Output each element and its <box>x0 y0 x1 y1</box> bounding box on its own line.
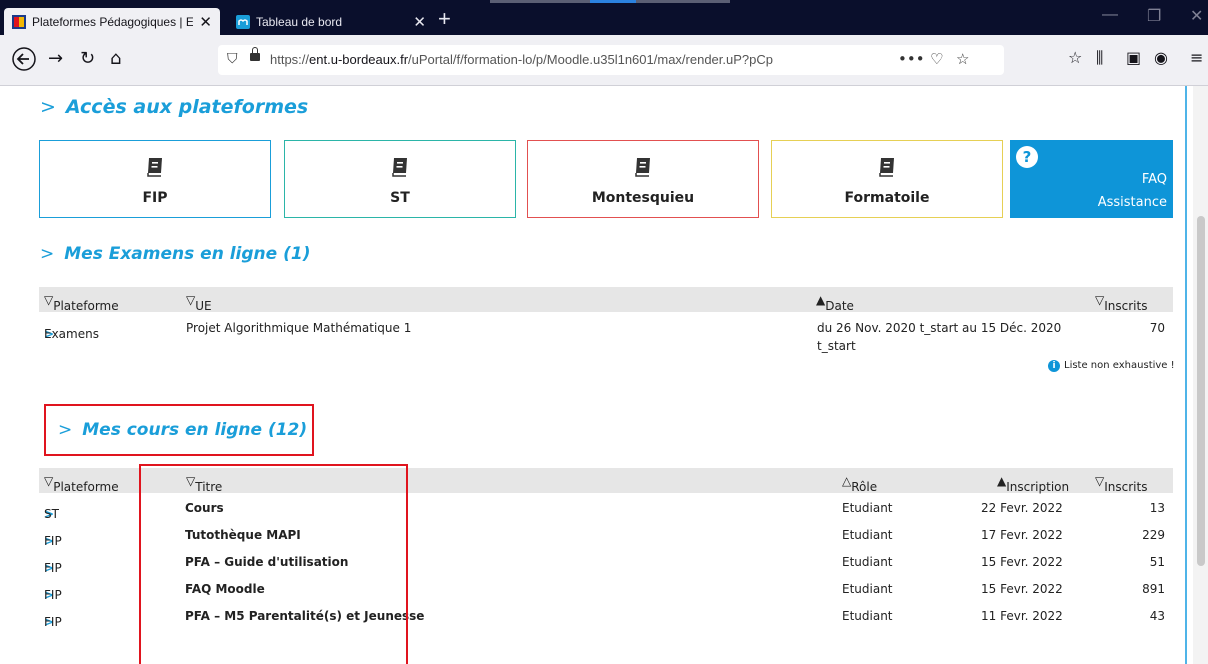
column-header-inscrits[interactable]: ▽ Inscrits <box>1095 293 1147 313</box>
bookmark-star-icon[interactable]: ☆ <box>956 50 969 68</box>
section-title-courses[interactable]: > Mes cours en ligne (12) <box>58 420 307 440</box>
column-header-inscription[interactable]: ▲ Inscription <box>997 474 1069 494</box>
book-icon <box>635 158 650 177</box>
course-role: Etudiant <box>842 609 893 623</box>
platform-label: ST <box>390 190 410 206</box>
row-ue: Projet Algorithmique Mathématique 1 <box>186 321 412 335</box>
tab-close-icon[interactable]: ✕ <box>199 13 212 31</box>
account-icon[interactable]: ◉ <box>1154 48 1168 67</box>
row-inscrits: 70 <box>1149 321 1165 335</box>
moodle-favicon-icon <box>236 14 250 29</box>
question-icon: ? <box>1016 146 1038 168</box>
tab-label: Tableau de bord <box>256 14 343 29</box>
platform-card-st[interactable]: ST <box>284 140 516 218</box>
platform-card-formatoile[interactable]: Formatoile <box>771 140 1003 218</box>
column-header-plateforme[interactable]: ▽ Plateforme <box>44 474 119 494</box>
platform-label: FIP <box>142 190 168 206</box>
column-header-plateforme[interactable]: ▽ Plateforme <box>44 293 119 313</box>
row-date: du 26 Nov. 2020 t_start au 15 Déc. 2020 <box>817 321 1062 335</box>
course-role: Etudiant <box>842 501 893 515</box>
tab-strip-highlight <box>590 0 636 3</box>
sidebar-icon[interactable]: ▣ <box>1126 48 1141 67</box>
course-role: Etudiant <box>842 582 893 596</box>
book-icon <box>147 158 162 177</box>
column-header-role[interactable]: △ Rôle <box>842 474 877 494</box>
faq-assistance-card[interactable]: ? FAQ Assistance <box>1010 140 1173 218</box>
ent-favicon-icon <box>12 14 26 29</box>
content-border <box>1185 86 1187 664</box>
course-inscription: 15 Fevr. 2022 <box>981 582 1063 596</box>
course-inscription: 11 Fevr. 2022 <box>981 609 1063 623</box>
platform-label: Montesquieu <box>591 190 695 206</box>
platform-label: Formatoile <box>844 190 930 206</box>
browser-nav-bar: → ↻ ⌂ ⛉ https://ent.u-bordeaux.fr/uPorta… <box>0 35 1208 86</box>
row-date-cont: t_start <box>817 339 856 353</box>
pocket-icon[interactable]: ♡ <box>930 50 943 68</box>
tracking-shield-icon[interactable]: ⛉ <box>227 51 238 67</box>
course-inscription: 15 Fevr. 2022 <box>981 555 1063 569</box>
bookmarks-star-icon[interactable]: ☆ <box>1068 48 1082 67</box>
back-icon[interactable] <box>12 47 36 71</box>
library-icon[interactable]: ⫼ <box>1096 48 1103 68</box>
menu-icon[interactable]: ≡ <box>1190 48 1203 67</box>
page-content: > Accès aux plateformes FIP ST Montesquie… <box>0 86 1208 664</box>
browser-tab-bar: Plateformes Pédagogiques | EN ✕ Tableau … <box>0 0 1208 35</box>
platform-card-montesquieu[interactable]: Montesquieu <box>527 140 759 218</box>
book-icon <box>392 158 407 177</box>
info-icon: i <box>1048 360 1060 372</box>
forward-icon[interactable]: → <box>48 48 63 69</box>
reload-icon[interactable]: ↻ <box>80 48 95 69</box>
non-exhaustive-note: i Liste non exhaustive ! <box>1048 360 1175 372</box>
close-window-icon[interactable]: ✕ <box>1190 6 1203 26</box>
new-tab-button[interactable]: + <box>438 6 451 32</box>
course-role: Etudiant <box>842 555 893 569</box>
course-inscrits: 51 <box>1149 555 1165 569</box>
url-text[interactable]: https://ent.u-bordeaux.fr/uPortal/f/form… <box>270 52 773 67</box>
lock-icon[interactable] <box>250 47 260 61</box>
minimize-icon[interactable]: — <box>1102 6 1118 24</box>
course-inscrits: 13 <box>1149 501 1165 515</box>
chevron-right-icon: > <box>40 244 55 264</box>
tab-tableau-de-bord[interactable]: Tableau de bord ✕ <box>228 8 434 35</box>
table-row[interactable]: > Examens Projet Algorithmique Mathémati… <box>39 315 1173 361</box>
exams-table-header: ▽ Plateforme ▽ UE ▲ Date ▽ Inscrits <box>39 287 1173 313</box>
restore-icon[interactable]: ❐ <box>1147 6 1161 26</box>
chevron-right-icon: > <box>40 96 56 118</box>
platform-card-fip[interactable]: FIP <box>39 140 271 218</box>
column-header-date[interactable]: ▲ Date <box>816 293 854 313</box>
chevron-right-icon: > <box>58 420 73 440</box>
course-inscription: 22 Fevr. 2022 <box>981 501 1063 515</box>
course-inscrits: 229 <box>1142 528 1165 542</box>
home-icon[interactable]: ⌂ <box>110 48 121 69</box>
tab-close-icon[interactable]: ✕ <box>413 13 426 31</box>
course-inscrits: 891 <box>1142 582 1165 596</box>
scrollbar-thumb[interactable] <box>1197 216 1205 566</box>
book-icon <box>879 158 894 177</box>
section-title-exams[interactable]: > Mes Examens en ligne (1) <box>40 244 310 264</box>
tab-plateformes[interactable]: Plateformes Pédagogiques | EN ✕ <box>4 8 220 35</box>
course-inscrits: 43 <box>1149 609 1165 623</box>
page-actions-icon[interactable]: ••• <box>898 50 925 68</box>
url-bar[interactable]: ⛉ https://ent.u-bordeaux.fr/uPortal/f/fo… <box>218 45 1004 75</box>
course-role: Etudiant <box>842 528 893 542</box>
faq-label: FAQ <box>1141 172 1167 187</box>
highlight-box-titles-column <box>139 464 408 664</box>
course-inscription: 17 Fevr. 2022 <box>981 528 1063 542</box>
column-header-inscrits[interactable]: ▽ Inscrits <box>1095 474 1147 494</box>
section-title-platforms[interactable]: > Accès aux plateformes <box>40 96 308 118</box>
column-header-ue[interactable]: ▽ UE <box>186 293 212 313</box>
tab-label: Plateformes Pédagogiques | EN <box>32 14 194 29</box>
assistance-label: Assistance <box>1097 195 1167 210</box>
